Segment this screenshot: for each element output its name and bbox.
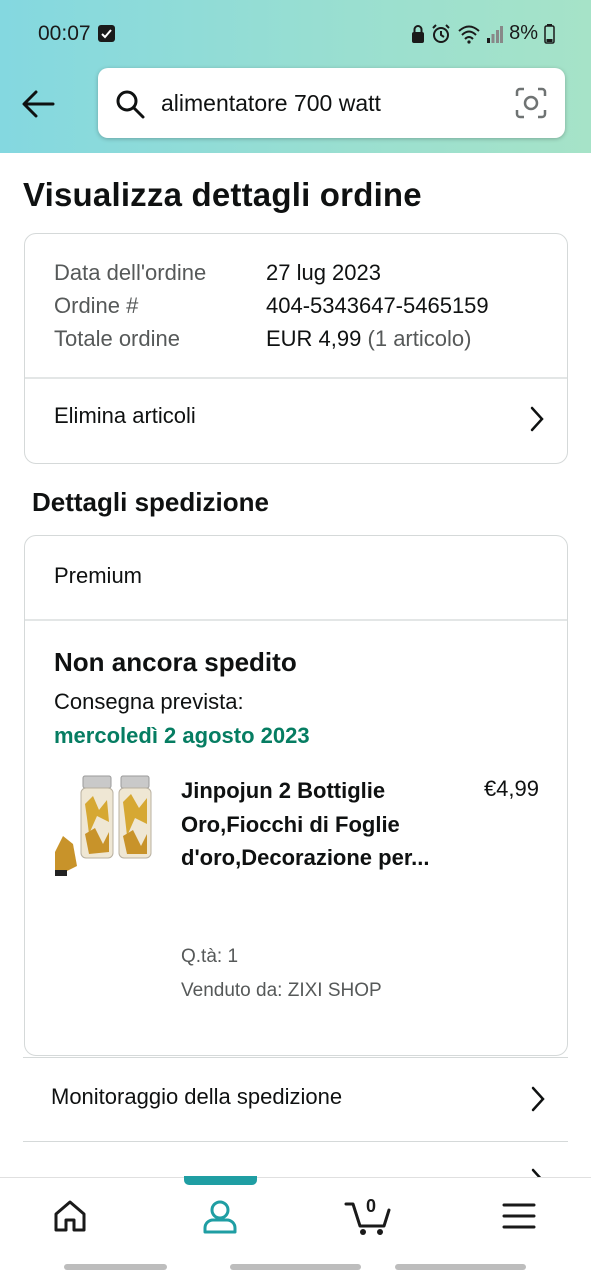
product-seller: Venduto da: ZIXI SHOP <box>181 980 382 1001</box>
tracking-label: Monitoraggio della spedizione <box>51 1084 343 1109</box>
nav-cart[interactable]: 0 <box>344 1196 392 1241</box>
search-icon <box>116 90 145 119</box>
checkbox-notification-icon <box>98 25 115 42</box>
bottom-navigation: 0 <box>0 1177 591 1257</box>
nav-home[interactable] <box>52 1198 88 1239</box>
cart-count-badge: 0 <box>366 1196 377 1216</box>
order-number-label: Ordine # <box>54 293 139 318</box>
chevron-right-icon <box>530 406 544 432</box>
remove-items-label: Elimina articoli <box>54 403 196 428</box>
product-image[interactable] <box>53 774 163 880</box>
product-quantity: Q.tà: 1 <box>181 946 239 967</box>
page-title: Visualizza dettagli ordine <box>23 176 422 213</box>
order-number-value: 404-5343647-5465159 <box>266 293 489 318</box>
active-tab-indicator <box>184 1176 257 1185</box>
delivery-label: Consegna prevista: <box>54 689 244 714</box>
battery-percent: 8% <box>509 22 538 44</box>
user-icon <box>203 1200 237 1234</box>
order-total-label: Totale ordine <box>54 326 180 351</box>
signal-icon <box>487 25 504 43</box>
system-gesture-bar <box>230 1264 361 1270</box>
nav-menu[interactable] <box>502 1202 536 1235</box>
divider <box>25 619 567 621</box>
camera-scan-icon[interactable] <box>515 87 547 119</box>
app-header: 00:07 8% alimentatore 700 watt <box>0 0 591 153</box>
order-total-value: EUR 4,99 (1 articolo) <box>266 326 471 352</box>
shipment-status: Non ancora spedito <box>54 647 297 677</box>
order-summary-card: Data dell'ordine 27 lug 2023 Ordine # 40… <box>24 233 568 464</box>
alarm-icon <box>432 23 450 43</box>
search-input[interactable]: alimentatore 700 watt <box>161 90 381 117</box>
battery-icon <box>544 23 555 44</box>
shipping-service: Premium <box>54 563 143 588</box>
home-icon <box>54 1200 86 1232</box>
order-date-value: 27 lug 2023 <box>266 260 381 285</box>
order-item-count: (1 articolo) <box>367 326 472 351</box>
status-icons: 8% <box>411 22 555 45</box>
status-bar: 00:07 8% <box>0 0 591 68</box>
status-time: 00:07 <box>38 22 91 45</box>
tracking-row[interactable]: Monitoraggio della spedizione <box>23 1057 568 1141</box>
back-button[interactable] <box>18 86 58 122</box>
delivery-date: mercoledì 2 agosto 2023 <box>54 723 310 748</box>
search-bar[interactable]: alimentatore 700 watt <box>98 68 565 138</box>
order-date-label: Data dell'ordine <box>54 260 207 285</box>
nav-account[interactable] <box>201 1198 239 1241</box>
chevron-right-icon <box>531 1086 545 1112</box>
product-title[interactable]: Jinpojun 2 Bottiglie Oro,Fiocchi di Fogl… <box>181 774 431 875</box>
back-arrow-icon <box>22 90 55 118</box>
shipping-card: Premium Non ancora spedito Consegna prev… <box>24 535 568 1056</box>
remove-items-row[interactable]: Elimina articoli <box>25 378 567 463</box>
partially-hidden-row[interactable] <box>23 1141 568 1194</box>
system-gesture-bar <box>395 1264 526 1270</box>
shipping-section-title: Dettagli spedizione <box>32 487 269 517</box>
product-price: €4,99 <box>483 776 539 801</box>
wifi-icon <box>458 25 480 44</box>
system-gesture-bar <box>64 1264 167 1270</box>
menu-icon <box>502 1203 536 1229</box>
order-total-amount: EUR 4,99 <box>266 326 362 351</box>
lock-icon <box>412 24 425 43</box>
